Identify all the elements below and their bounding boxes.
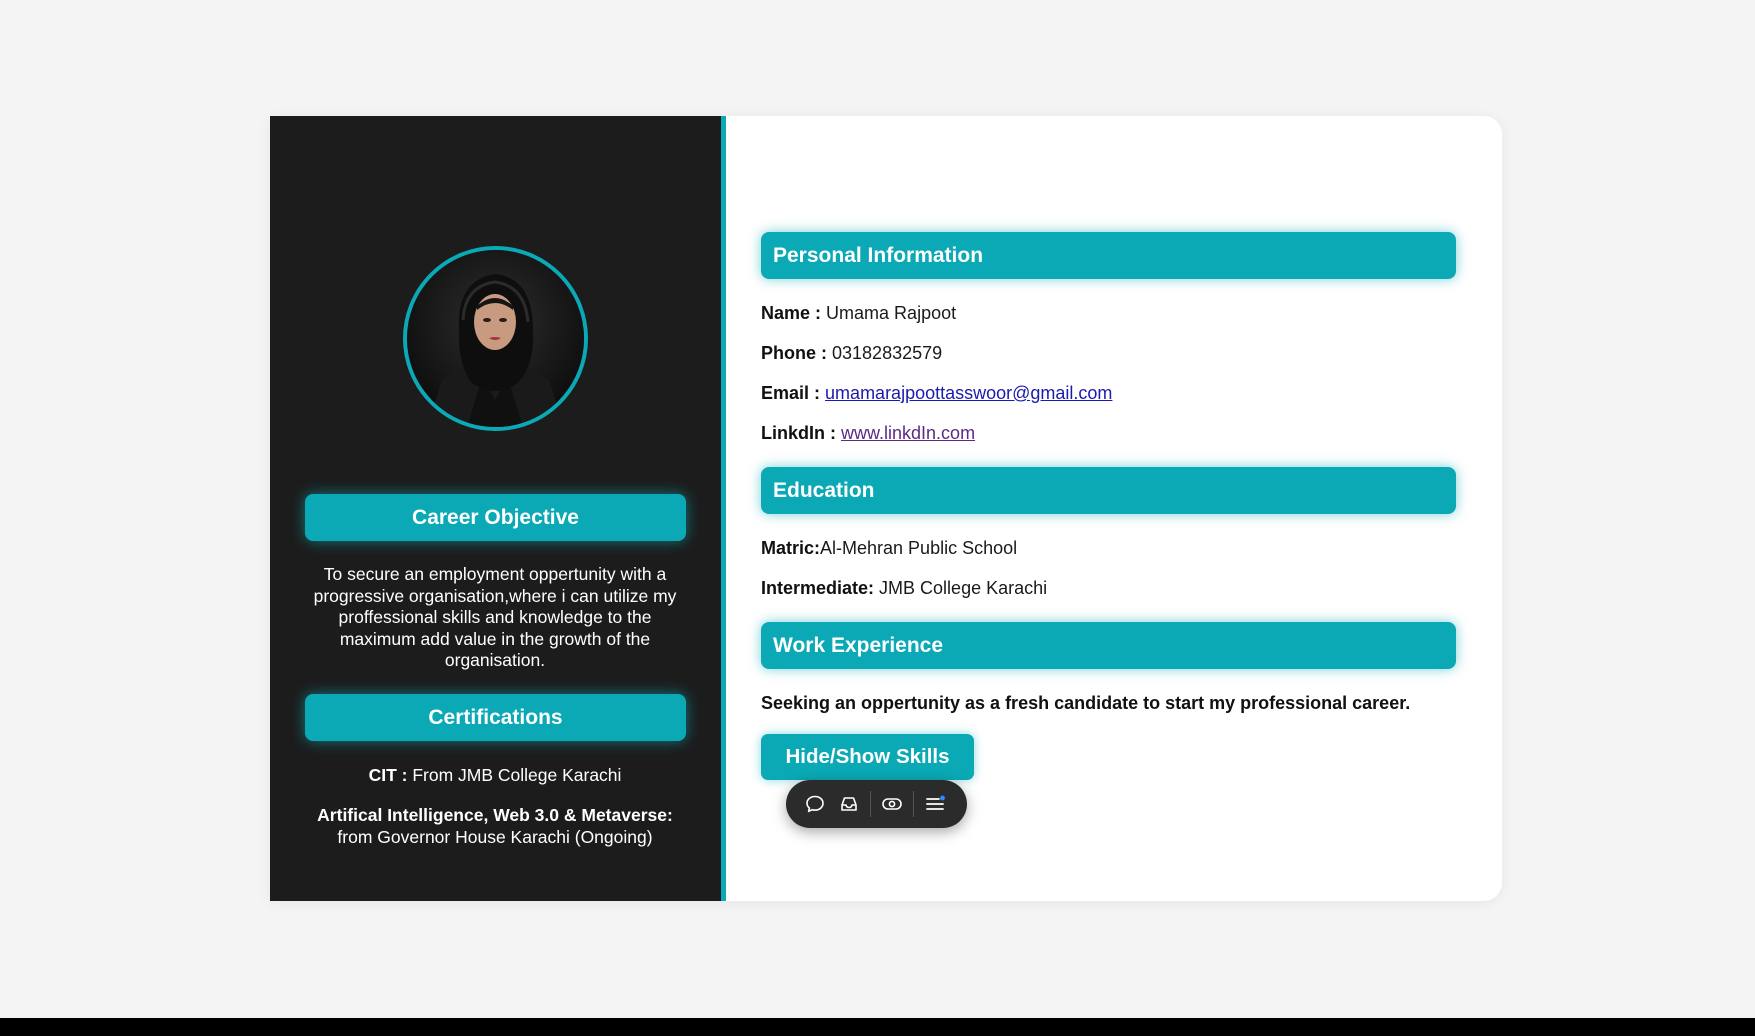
career-objective-text: To secure an employment oppertunity with… <box>313 564 677 670</box>
matric-row: Matric:Al-Mehran Public School <box>761 538 1017 559</box>
name-value: Umama Rajpoot <box>826 303 957 323</box>
profile-photo <box>407 250 584 427</box>
toolbar-divider <box>913 791 914 817</box>
eye-icon[interactable] <box>875 787 909 821</box>
hide-show-skills-button[interactable]: Hide/Show Skills <box>761 734 974 780</box>
inbox-icon[interactable] <box>832 787 866 821</box>
menu-icon[interactable] <box>918 787 952 821</box>
profile-avatar <box>403 246 588 431</box>
phone-row: Phone : 03182832579 <box>761 343 942 364</box>
intermediate-label: Intermediate: <box>761 578 875 598</box>
linkedin-row: LinkdIn : www.linkdIn.com <box>761 423 975 444</box>
phone-value: 03182832579 <box>832 343 943 363</box>
email-link[interactable]: umamarajpoottasswoor@gmail.com <box>825 383 1112 403</box>
email-label: Email : <box>761 383 821 403</box>
education-heading: Education <box>761 467 1456 514</box>
certification-item: CIT : From JMB College Karachi <box>290 765 700 787</box>
phone-label: Phone : <box>761 343 827 363</box>
bottom-bar <box>0 1018 1755 1036</box>
career-objective-heading: Career Objective <box>305 494 686 541</box>
certifications-heading: Certifications <box>305 694 686 741</box>
certification-value: From JMB College Karachi <box>412 765 622 785</box>
toolbar-divider <box>870 791 871 817</box>
intermediate-value: JMB College Karachi <box>879 578 1048 598</box>
resume-card: Career Objective To secure an employment… <box>270 116 1502 901</box>
matric-label: Matric: <box>761 538 821 558</box>
email-row: Email : umamarajpoottasswoor@gmail.com <box>761 383 1112 404</box>
linkedin-link[interactable]: www.linkdIn.com <box>841 423 975 443</box>
linkedin-label: LinkdIn : <box>761 423 836 443</box>
certification-key: Artifical Intelligence, Web 3.0 & Metave… <box>317 805 673 825</box>
matric-value: Al-Mehran Public School <box>820 538 1018 558</box>
work-experience-heading: Work Experience <box>761 622 1456 669</box>
name-label: Name : <box>761 303 822 323</box>
work-experience-text: Seeking an oppertunity as a fresh candid… <box>761 693 1411 713</box>
personal-information-heading: Personal Information <box>761 232 1456 279</box>
left-sidebar: Career Objective To secure an employment… <box>270 116 726 901</box>
comment-icon[interactable] <box>798 787 832 821</box>
certification-key: CIT : <box>368 765 408 785</box>
floating-toolbar <box>786 780 967 828</box>
name-row: Name : Umama Rajpoot <box>761 303 956 324</box>
certification-item: Artifical Intelligence, Web 3.0 & Metave… <box>290 805 700 848</box>
certification-value: from Governor House Karachi (Ongoing) <box>337 826 653 847</box>
intermediate-row: Intermediate: JMB College Karachi <box>761 578 1047 599</box>
